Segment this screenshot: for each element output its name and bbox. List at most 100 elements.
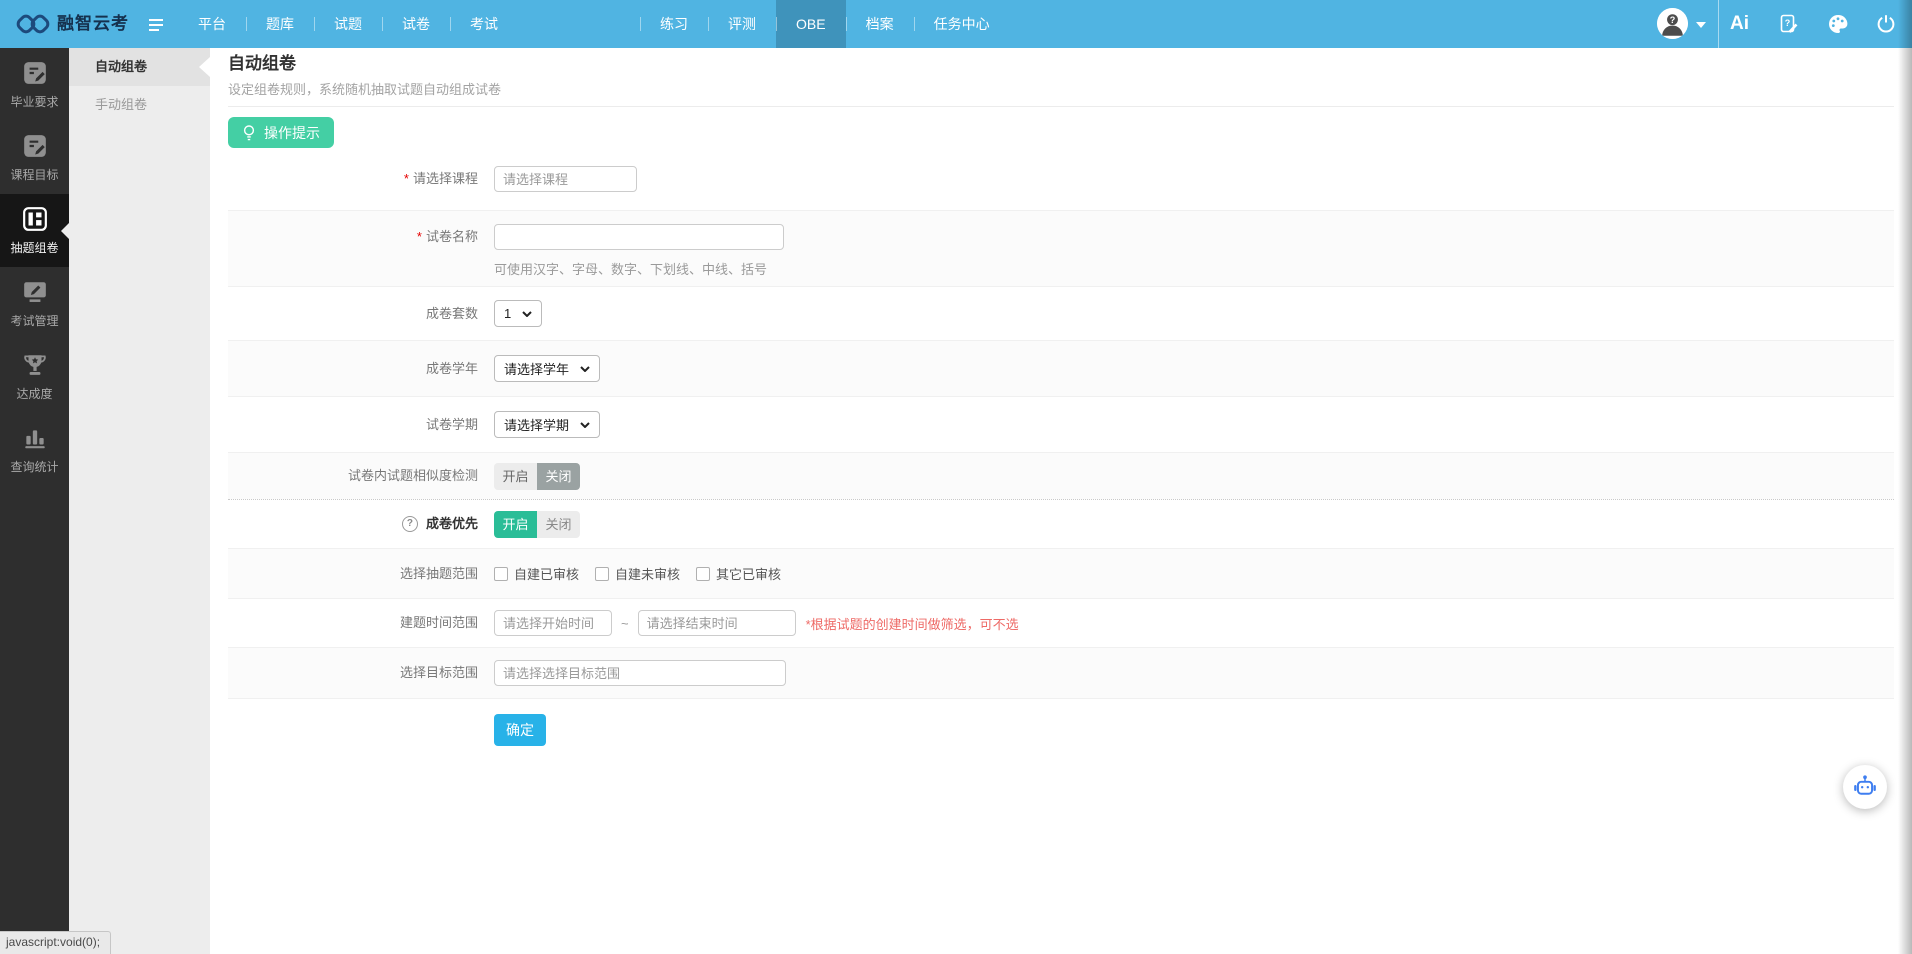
- logout-power-icon[interactable]: [1875, 13, 1897, 35]
- sidebar-item-paper-assembly[interactable]: 抽题组卷: [0, 194, 69, 267]
- paper-name-input[interactable]: [494, 224, 784, 250]
- similarity-toggle-off[interactable]: 关闭: [537, 463, 580, 490]
- avatar[interactable]: ?: [1657, 8, 1688, 39]
- confirm-button[interactable]: 确定: [494, 714, 546, 746]
- similarity-label: 试卷内试题相似度检测: [228, 463, 478, 489]
- browser-status-text: javascript:void(0);: [0, 931, 111, 954]
- priority-toggle-on[interactable]: 开启: [494, 511, 537, 538]
- topbar-divider: [1718, 0, 1719, 48]
- nav-item-evaluation[interactable]: 评测: [708, 0, 776, 48]
- sidebar-item-label: 课程目标: [10, 166, 58, 183]
- start-time-input[interactable]: [494, 610, 612, 636]
- nav-item-task-center[interactable]: 任务中心: [914, 0, 1010, 48]
- page-title: 自动组卷: [228, 52, 1894, 76]
- school-year-select[interactable]: 请选择学年: [494, 355, 600, 382]
- document-pencil-icon: [22, 133, 48, 159]
- sidebar-item-exam-management[interactable]: 考试管理: [0, 267, 69, 340]
- bar-chart-icon: [22, 425, 48, 451]
- svg-text:?: ?: [1785, 18, 1791, 28]
- chevron-down-icon: [580, 366, 590, 372]
- sidebar-item-course-objectives[interactable]: 课程目标: [0, 121, 69, 194]
- scope-checkbox-group: 自建已审核 自建未审核 其它已审核: [494, 564, 781, 583]
- monitor-pencil-icon: [22, 279, 48, 305]
- form-row-question-scope: 选择抽题范围 自建已审核 自建未审核 其它已审核: [228, 548, 1894, 598]
- checkbox-others-reviewed[interactable]: 其它已审核: [696, 564, 781, 583]
- nav-item-exams[interactable]: 考试: [450, 0, 518, 48]
- document-pencil-icon: [22, 60, 48, 86]
- required-mark: *: [417, 224, 422, 250]
- collapse-menu-icon[interactable]: [148, 18, 164, 32]
- sidebar-item-achievement[interactable]: 达成度: [0, 340, 69, 413]
- form-row-target-scope: 选择目标范围: [228, 647, 1894, 698]
- nav-item-question-bank[interactable]: 题库: [246, 0, 314, 48]
- submenu-item-auto-assembly[interactable]: 自动组卷: [69, 48, 210, 86]
- form-row-school-year: 成卷学年 请选择学年: [228, 340, 1894, 396]
- nav-item-questions[interactable]: 试题: [314, 0, 382, 48]
- paper-name-label: * 试卷名称: [228, 224, 478, 250]
- form-row-course: * 请选择课程: [228, 148, 1894, 210]
- submenu-sidebar: 自动组卷 手动组卷: [69, 48, 210, 954]
- lightbulb-icon: [242, 124, 256, 142]
- question-scope-label: 选择抽题范围: [228, 561, 478, 587]
- checkbox-self-unreviewed[interactable]: 自建未审核: [595, 564, 680, 583]
- nav-item-practice[interactable]: 练习: [640, 0, 708, 48]
- paper-name-hint: 可使用汉字、字母、数字、下划线、中线、括号: [494, 259, 767, 278]
- avatar-dropdown-caret[interactable]: [1696, 22, 1706, 28]
- help-question-icon[interactable]: ?: [402, 516, 418, 532]
- priority-toggle-off[interactable]: 关闭: [537, 511, 580, 538]
- chevron-down-icon: [580, 422, 590, 428]
- term-value: 请选择学期: [504, 415, 569, 434]
- form-row-paper-name: * 试卷名称 可使用汉字、字母、数字、下划线、中线、括号: [228, 210, 1894, 286]
- trophy-icon: [22, 352, 48, 378]
- target-scope-input[interactable]: [494, 660, 786, 686]
- nav-item-platform[interactable]: 平台: [178, 0, 246, 48]
- nav-item-archives[interactable]: 档案: [846, 0, 914, 48]
- term-select[interactable]: 请选择学期: [494, 411, 600, 438]
- form-row-set-count: 成卷套数 1: [228, 286, 1894, 340]
- assistant-robot-button[interactable]: [1843, 765, 1887, 809]
- checkbox-icon[interactable]: [595, 567, 609, 581]
- layout-grid-icon: [22, 206, 48, 232]
- sidebar-item-graduation-requirements[interactable]: 毕业要求: [0, 48, 69, 121]
- priority-label: ? 成卷优先: [228, 511, 478, 537]
- robot-icon: [1852, 774, 1878, 800]
- set-count-value: 1: [504, 306, 511, 321]
- checkbox-self-reviewed[interactable]: 自建已审核: [494, 564, 579, 583]
- sidebar-item-label: 毕业要求: [10, 93, 58, 110]
- header-divider: [228, 106, 1894, 107]
- time-range-note: *根据试题的创建时间做筛选，可不选: [806, 614, 1019, 633]
- page-subtitle: 设定组卷规则，系统随机抽取试题自动组成试卷: [228, 82, 1894, 98]
- left-sidebar: 毕业要求 课程目标 抽题组卷 考试管理: [0, 48, 69, 954]
- end-time-input[interactable]: [638, 610, 796, 636]
- top-nav: 平台 题库 试题 试卷 考试 练习 评测 OBE 档案 任务中心: [178, 0, 1010, 48]
- operation-tips-button[interactable]: 操作提示: [228, 117, 334, 148]
- required-mark: *: [404, 166, 409, 192]
- course-label: * 请选择课程: [228, 166, 478, 192]
- checkbox-icon[interactable]: [494, 567, 508, 581]
- form-row-term: 试卷学期 请选择学期: [228, 396, 1894, 452]
- auto-assembly-form: * 请选择课程 * 试卷名称 可使用汉字、字母、数字、下划线、中线、括号 成卷套…: [228, 148, 1894, 746]
- term-label: 试卷学期: [228, 412, 478, 438]
- chevron-down-icon: [522, 311, 532, 317]
- ai-assistant-button[interactable]: Ai: [1730, 0, 1749, 48]
- school-year-label: 成卷学年: [228, 356, 478, 382]
- form-row-priority: ? 成卷优先 开启 关闭: [228, 499, 1894, 548]
- similarity-toggle: 开启 关闭: [494, 463, 580, 490]
- feedback-note-icon[interactable]: ?: [1777, 13, 1799, 35]
- nav-item-obe[interactable]: OBE: [776, 0, 846, 48]
- similarity-toggle-on[interactable]: 开启: [494, 463, 537, 490]
- set-count-select[interactable]: 1: [494, 300, 542, 327]
- target-scope-label: 选择目标范围: [228, 660, 478, 686]
- nav-item-papers[interactable]: 试卷: [382, 0, 450, 48]
- course-input[interactable]: [494, 166, 637, 192]
- sidebar-item-label: 达成度: [16, 385, 52, 402]
- sidebar-item-query-statistics[interactable]: 查询统计: [0, 413, 69, 486]
- sidebar-item-label: 查询统计: [10, 458, 58, 475]
- theme-palette-icon[interactable]: [1827, 13, 1849, 35]
- topbar: 融智云考 平台 题库 试题 试卷 考试 练习 评测 OBE 档案 任务中心 ? …: [0, 0, 1912, 48]
- brand-logo-icon: [15, 9, 51, 39]
- time-range-label: 建题时间范围: [228, 610, 478, 636]
- submenu-item-manual-assembly[interactable]: 手动组卷: [69, 86, 210, 124]
- checkbox-icon[interactable]: [696, 567, 710, 581]
- range-tilde: ~: [621, 616, 629, 631]
